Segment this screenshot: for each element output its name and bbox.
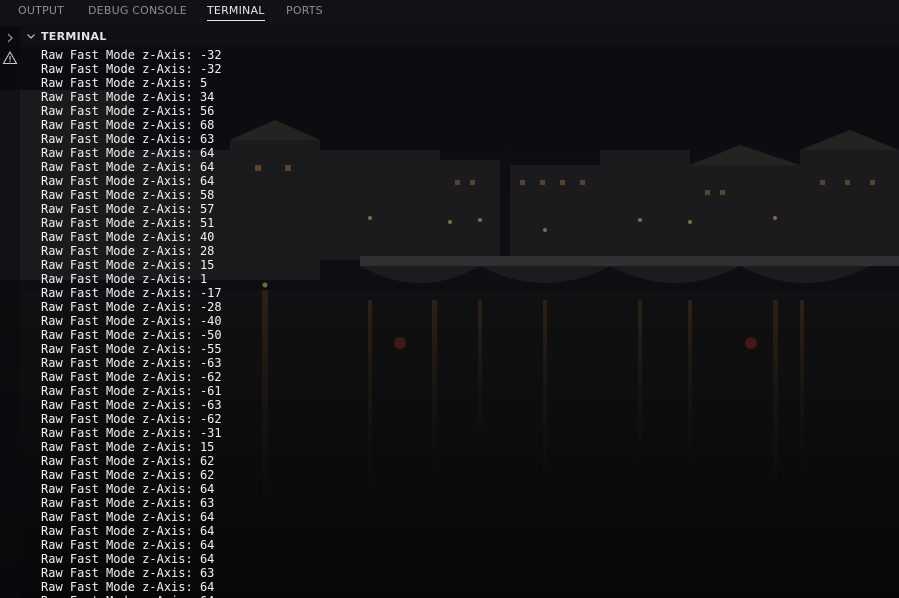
terminal-line: Raw Fast Mode z-Axis: -32 <box>41 62 222 76</box>
terminal-line: Raw Fast Mode z-Axis: 5 <box>41 76 208 90</box>
terminal-line: Raw Fast Mode z-Axis: 63 <box>41 132 215 146</box>
tab-terminal-label: TERMINAL <box>207 4 265 17</box>
terminal-line: Raw Fast Mode z-Axis: -55 <box>41 342 222 356</box>
terminal-line: Raw Fast Mode z-Axis: 57 <box>41 202 215 216</box>
terminal-line: Raw Fast Mode z-Axis: 64 <box>41 552 215 566</box>
vscode-panel: OUTPUT DEBUG CONSOLE TERMINAL PORTS TERM… <box>0 0 899 598</box>
tab-ports-label: PORTS <box>286 4 323 17</box>
terminal-line: Raw Fast Mode z-Axis: -62 <box>41 370 222 384</box>
terminal-section-header[interactable]: TERMINAL <box>20 26 899 47</box>
terminal-scrollbar[interactable] <box>885 47 899 598</box>
terminal-line: Raw Fast Mode z-Axis: 40 <box>41 230 215 244</box>
terminal-line: Raw Fast Mode z-Axis: -40 <box>41 314 222 328</box>
tab-output-label: OUTPUT <box>18 4 65 17</box>
terminal-line: Raw Fast Mode z-Axis: 64 <box>41 160 215 174</box>
terminal-line: Raw Fast Mode z-Axis: 1 <box>41 272 208 286</box>
terminal-line: Raw Fast Mode z-Axis: -63 <box>41 356 222 370</box>
terminal-line: Raw Fast Mode z-Axis: -31 <box>41 426 222 440</box>
terminal-line: Raw Fast Mode z-Axis: 64 <box>41 174 215 188</box>
terminal-line: Raw Fast Mode z-Axis: 51 <box>41 216 215 230</box>
terminal-line: Raw Fast Mode z-Axis: -61 <box>41 384 222 398</box>
terminal-line: Raw Fast Mode z-Axis: 58 <box>41 188 215 202</box>
terminal-line: Raw Fast Mode z-Axis: 64 <box>41 594 881 598</box>
terminal-line: Raw Fast Mode z-Axis: 34 <box>41 90 215 104</box>
terminal-line: Raw Fast Mode z-Axis: 64 <box>41 580 215 594</box>
terminal-line: Raw Fast Mode z-Axis: -62 <box>41 412 222 426</box>
terminal-line: Raw Fast Mode z-Axis: 64 <box>41 146 215 160</box>
terminal-line: Raw Fast Mode z-Axis: -50 <box>41 328 222 342</box>
terminal-line: Raw Fast Mode z-Axis: 68 <box>41 118 215 132</box>
tab-debug-console[interactable]: DEBUG CONSOLE <box>88 0 187 26</box>
tab-debug-console-label: DEBUG CONSOLE <box>88 4 187 17</box>
terminal-line: Raw Fast Mode z-Axis: 62 <box>41 454 215 468</box>
chevron-right-icon[interactable] <box>2 30 18 46</box>
chevron-down-icon[interactable] <box>25 30 37 42</box>
terminal-line: Raw Fast Mode z-Axis: -17 <box>41 286 222 300</box>
left-activity-strip <box>0 26 20 598</box>
terminal-line: Raw Fast Mode z-Axis: 64 <box>41 538 215 552</box>
panel-tab-bar: OUTPUT DEBUG CONSOLE TERMINAL PORTS <box>0 0 899 26</box>
terminal-line: Raw Fast Mode z-Axis: 64 <box>41 482 215 496</box>
terminal-output[interactable]: Raw Fast Mode z-Axis: -32 Raw Fast Mode z… <box>41 48 881 598</box>
terminal-line: Raw Fast Mode z-Axis: -28 <box>41 300 222 314</box>
terminal-line: Raw Fast Mode z-Axis: -32 <box>41 48 222 62</box>
terminal-line: Raw Fast Mode z-Axis: 15 <box>41 258 215 272</box>
terminal-line: Raw Fast Mode z-Axis: 64 <box>41 524 215 538</box>
tab-output[interactable]: OUTPUT <box>18 0 64 26</box>
terminal-line: Raw Fast Mode z-Axis: -63 <box>41 398 222 412</box>
terminal-line: Raw Fast Mode z-Axis: 15 <box>41 440 215 454</box>
tab-terminal[interactable]: TERMINAL <box>207 0 265 26</box>
warning-icon[interactable] <box>2 50 18 66</box>
active-tab-indicator <box>207 20 265 21</box>
tab-ports[interactable]: PORTS <box>286 0 323 26</box>
terminal-line: Raw Fast Mode z-Axis: 62 <box>41 468 215 482</box>
terminal-line: Raw Fast Mode z-Axis: 28 <box>41 244 215 258</box>
terminal-line: Raw Fast Mode z-Axis: 56 <box>41 104 215 118</box>
terminal-line: Raw Fast Mode z-Axis: 63 <box>41 496 215 510</box>
terminal-line: Raw Fast Mode z-Axis: 63 <box>41 566 215 580</box>
terminal-section-title: TERMINAL <box>41 30 107 43</box>
terminal-line: Raw Fast Mode z-Axis: 64 <box>41 510 215 524</box>
